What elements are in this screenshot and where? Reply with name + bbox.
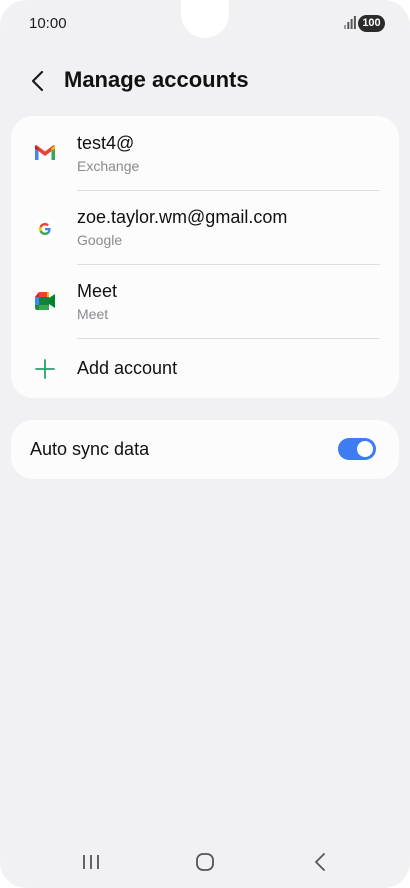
- meet-icon: [35, 292, 55, 310]
- account-item-meet[interactable]: Meet Meet: [11, 265, 399, 339]
- account-item-google[interactable]: zoe.taylor.wm@gmail.com Google: [11, 191, 399, 265]
- account-type: Meet: [77, 306, 109, 322]
- home-icon[interactable]: [190, 848, 220, 876]
- add-account-button[interactable]: Add account: [11, 339, 399, 398]
- account-title: zoe.taylor.wm@gmail.com: [77, 207, 288, 227]
- toggle-knob: [357, 441, 373, 457]
- camera-notch: [181, 0, 229, 38]
- account-type: Exchange: [77, 158, 140, 174]
- battery-indicator: 100: [358, 15, 385, 32]
- page-title: Manage accounts: [64, 67, 249, 92]
- auto-sync-label: Auto sync data: [30, 439, 150, 459]
- plus-icon: [35, 359, 55, 379]
- auto-sync-toggle[interactable]: [338, 438, 376, 460]
- phone-screen: 10:00 100 Manage accounts test4@ Exchang…: [0, 0, 410, 888]
- navigation-bar: [0, 840, 410, 888]
- auto-sync-row[interactable]: Auto sync data: [11, 420, 399, 479]
- signal-icon: [344, 16, 356, 29]
- add-account-label: Add account: [77, 358, 178, 378]
- back-icon[interactable]: [305, 848, 335, 876]
- back-arrow-icon[interactable]: [28, 69, 50, 93]
- account-type: Google: [77, 232, 123, 248]
- account-title: Meet: [77, 281, 118, 301]
- recent-apps-icon[interactable]: [76, 848, 106, 876]
- account-title: test4@: [77, 133, 135, 153]
- status-time: 10:00: [29, 15, 67, 32]
- google-icon: [33, 217, 57, 241]
- accounts-card: test4@ Exchange zoe.taylor.wm@gmail.com …: [11, 116, 399, 398]
- gmail-icon: [35, 145, 55, 160]
- account-item-exchange[interactable]: test4@ Exchange: [11, 116, 399, 190]
